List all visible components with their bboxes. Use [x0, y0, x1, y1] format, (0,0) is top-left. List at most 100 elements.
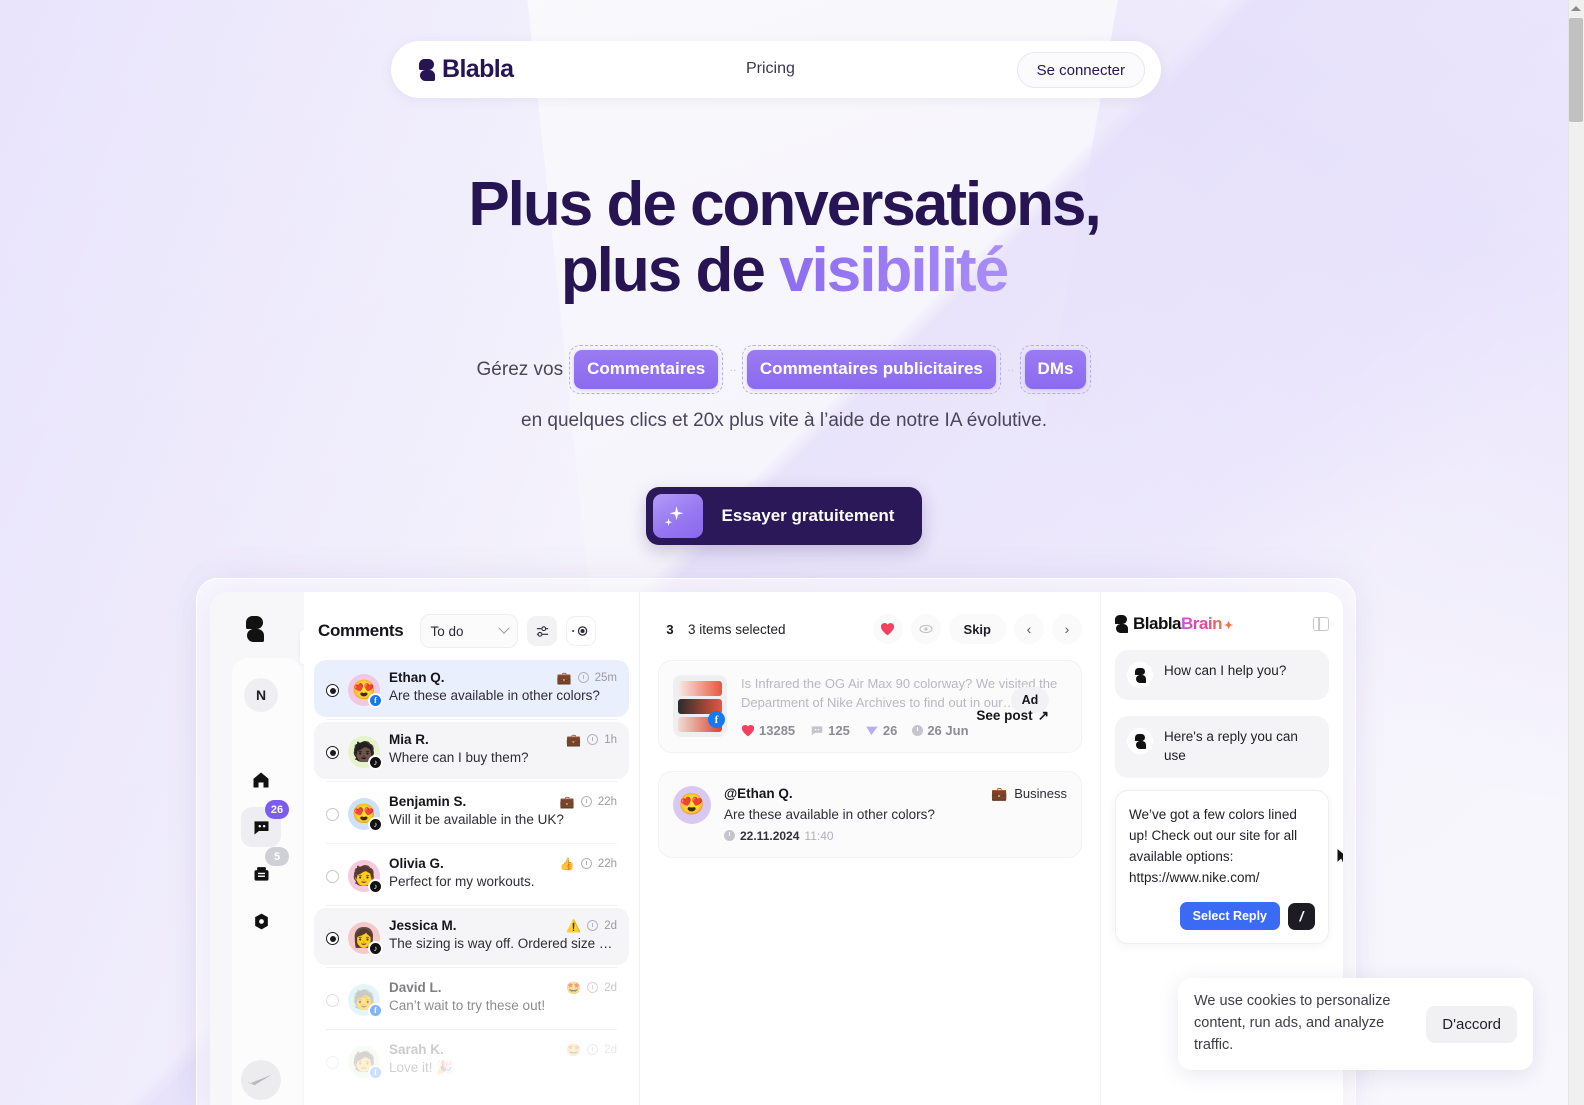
comment-select-radio[interactable]: [326, 808, 339, 821]
suggested-reply-text: We’ve got a few colors lined up! Check o…: [1129, 806, 1298, 885]
hide-button[interactable]: [910, 614, 941, 644]
skip-button[interactable]: Skip: [948, 614, 1006, 644]
see-post-link[interactable]: See post ↗: [976, 708, 1049, 724]
reaction-icon: 🤩: [566, 980, 582, 995]
page-canvas: Blabla Pricing Se connecter Plus de conv…: [0, 0, 1568, 1105]
like-button[interactable]: [872, 614, 903, 644]
comment-select-radio[interactable]: [326, 1056, 339, 1069]
brand-account-avatar[interactable]: [241, 1060, 281, 1100]
browser-scrollbar[interactable]: [1568, 0, 1584, 1105]
tiktok-icon: ♪: [368, 755, 383, 770]
select-all-button[interactable]: [566, 616, 597, 646]
prev-button[interactable]: ‹: [1014, 614, 1044, 644]
avatar: 🧓 f: [348, 984, 383, 1018]
comment-time: 2d: [604, 981, 617, 994]
comment-author-name: Jessica M.: [389, 918, 457, 933]
comment-select-radio[interactable]: [326, 684, 339, 697]
tag-separator-dots-2: ··: [1006, 361, 1015, 377]
hero-subtitle: Gérez vos Commentaires ·· Commentaires p…: [0, 345, 1568, 435]
hero-sub-lead: Gérez vos: [476, 358, 564, 380]
brand-logo[interactable]: Blabla: [419, 55, 514, 84]
status-filter-select[interactable]: To do: [420, 614, 519, 648]
comment-select-radio[interactable]: [326, 870, 339, 883]
reaction-icon: 👍: [559, 856, 575, 871]
selected-comment-card: 😍 @Ethan Q. 💼 Business Are these availab…: [658, 770, 1082, 858]
list-item[interactable]: 🧑 f Sarah K. 🤩 2d Love it! 🎉: [314, 1032, 629, 1089]
assistant-bubble-text: How can I help you?: [1164, 663, 1287, 678]
slash-command-button[interactable]: /: [1288, 902, 1315, 930]
tag-commentaires[interactable]: Commentaires: [574, 350, 719, 389]
comment-time: 2d: [604, 1043, 617, 1056]
assistant-avatar: [1127, 662, 1153, 688]
comment-timestamp: 22.11.2024 11:40: [724, 829, 1067, 843]
comment-text: Will it be available in the UK?: [389, 812, 564, 827]
list-item[interactable]: 🧑🏿 ♪ Mia R. 💼 1h Where can I buy them?: [314, 722, 629, 779]
blabla-logo-icon: [419, 58, 435, 81]
center-panel: 3 3 items selected Skip ‹ › f Is Infrare…: [640, 592, 1101, 1105]
comment-text: Where can I buy them?: [389, 750, 529, 765]
sidebar-item-home[interactable]: [241, 760, 281, 800]
list-divider: [326, 967, 617, 968]
tiktok-icon: ♪: [368, 817, 383, 832]
comment-select-radio[interactable]: [326, 932, 339, 945]
list-item[interactable]: 🧑 ♪ Olivia G. 👍 22h Perfect for my workouts.: [314, 846, 629, 903]
app-logo-icon: [246, 616, 264, 642]
comments-panel: Comments To do 😍 f Ethan Q. 💼 25m Are these a…: [304, 592, 640, 1105]
next-button[interactable]: ›: [1052, 614, 1082, 644]
tag-commentaires-publicitaires[interactable]: Commentaires publicitaires: [746, 350, 996, 389]
list-divider: [326, 905, 617, 906]
sidebar-item-settings[interactable]: [241, 901, 281, 941]
comments-badge: 26: [265, 800, 289, 819]
briefcase-icon: 💼: [556, 670, 572, 685]
ad-thumbnail: f: [673, 675, 727, 737]
comment-bubble-icon: [811, 726, 823, 735]
blabla-logo-icon: [1115, 615, 1128, 633]
comment-author-name: Mia R.: [389, 732, 429, 747]
login-button[interactable]: Se connecter: [1016, 52, 1145, 88]
toggle-panel-icon[interactable]: [1313, 617, 1329, 631]
list-item[interactable]: 😍 f Ethan Q. 💼 25m Are these available in oth…: [314, 660, 629, 717]
scrollbar-up-arrow-icon[interactable]: [1571, 6, 1581, 11]
scrollbar-thumb[interactable]: [1569, 18, 1583, 122]
comment-category: 💼 Business: [991, 785, 1067, 802]
comment-list: 😍 f Ethan Q. 💼 25m Are these available in oth…: [304, 660, 639, 1089]
list-item[interactable]: 🧓 f David L. 🤩 2d Can’t wait to try these out…: [314, 970, 629, 1027]
facebook-icon: f: [708, 711, 725, 728]
center-panel-header: 3 3 items selected Skip ‹ ›: [640, 592, 1100, 644]
comment-select-radio[interactable]: [326, 994, 339, 1007]
nike-swoosh-icon: [248, 1074, 272, 1086]
tag-dms[interactable]: DMs: [1024, 350, 1087, 389]
list-item[interactable]: 👩 ♪ Jessica M. ⚠️ 2d The sizing is way off. O…: [314, 908, 629, 965]
comment-meta: 🤩 2d: [566, 981, 617, 995]
sidebar-item-inbox[interactable]: 5: [241, 847, 289, 894]
sparkle-icon: ✦: [1224, 620, 1233, 632]
comments-panel-header: Comments To do: [304, 592, 639, 648]
inbox-badge: 5: [265, 847, 289, 866]
avatar: 🧑🏿 ♪: [348, 736, 383, 770]
comments-panel-title: Comments: [318, 621, 404, 640]
comment-time: 22h: [597, 795, 617, 808]
reaction-icon: 🤩: [566, 1042, 582, 1057]
list-divider: [326, 1029, 617, 1030]
list-item[interactable]: 😍 ♪ Benjamin S. 💼 22h Will it be available in…: [314, 784, 629, 841]
facebook-icon: f: [368, 693, 383, 708]
cookie-banner: We use cookies to personalize content, r…: [1178, 978, 1533, 1070]
clock-icon: [587, 1044, 599, 1055]
avatar: 🧑 f: [348, 1046, 383, 1080]
cookie-accept-button[interactable]: D'accord: [1426, 1005, 1517, 1043]
page-title: Plus de conversations, plus de visibilit…: [0, 172, 1568, 303]
cta-try-free-button[interactable]: Essayer gratuitement: [645, 487, 923, 546]
select-reply-button[interactable]: Select Reply: [1179, 902, 1280, 931]
comment-text: Can’t wait to try these out!: [389, 998, 546, 1013]
hero-sub-line2: en quelques clics et 20x plus vite à l’a…: [521, 409, 1047, 431]
brain-panel-header: BlablaBrain ✦: [1101, 592, 1343, 634]
selected-count-chip: 3: [658, 617, 682, 641]
filter-settings-button[interactable]: [527, 616, 558, 646]
comment-select-radio[interactable]: [326, 746, 339, 759]
nav-link-pricing[interactable]: Pricing: [746, 60, 795, 78]
workspace-avatar[interactable]: N: [244, 678, 278, 712]
avatar: 😍 f: [348, 674, 383, 708]
hero-title-line2-prefix: plus de: [560, 235, 780, 305]
sidebar-item-comments[interactable]: 26: [241, 800, 289, 847]
facebook-icon: f: [368, 1003, 383, 1018]
